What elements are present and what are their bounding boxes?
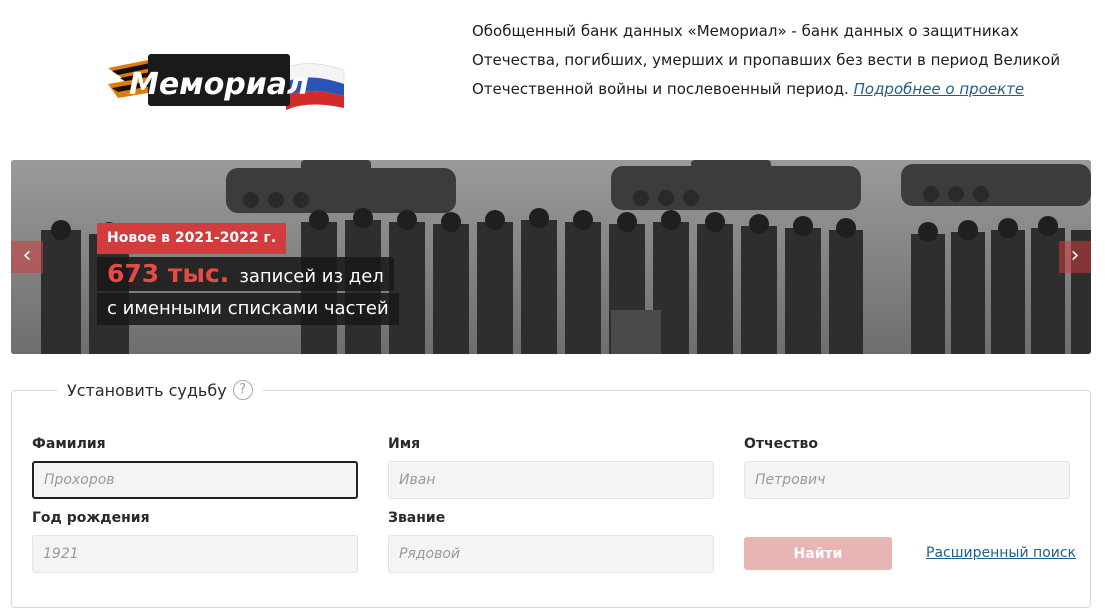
svg-text:Мемориал: Мемориал: [129, 67, 309, 102]
patronymic-input[interactable]: [744, 461, 1070, 499]
find-button[interactable]: Найти: [744, 537, 892, 570]
promo-count: 673 тыс.: [107, 259, 230, 288]
promo-line-2: с именными списками частей: [97, 293, 399, 325]
logo-image: Мемориал: [108, 54, 345, 110]
name-input[interactable]: [388, 461, 714, 499]
new-badge: Новое в 2021-2022 г.: [97, 223, 287, 254]
memorial-logo[interactable]: Мемориал: [108, 40, 348, 120]
name-label: Имя: [388, 436, 421, 452]
advanced-search-link[interactable]: Расширенный поиск: [926, 545, 1076, 561]
birth-year-label: Год рождения: [32, 510, 150, 526]
promo-banner[interactable]: ‹ › Новое в 2021-2022 г. 673 тыс. записей…: [11, 160, 1091, 354]
carousel-next-button[interactable]: ›: [1059, 241, 1091, 273]
intro-paragraph: Обобщенный банк данных «Мемориал» - банк…: [472, 17, 1092, 104]
surname-input[interactable]: [32, 461, 358, 499]
search-legend-text: Установить судьбу: [67, 380, 227, 400]
carousel-prev-button[interactable]: ‹: [11, 241, 43, 273]
more-about-project-link[interactable]: Подробнее о проекте: [854, 80, 1025, 98]
search-legend: Установить судьбу ?: [57, 380, 263, 400]
promo-line-1: 673 тыс. записей из дел: [97, 257, 394, 291]
rank-label: Звание: [388, 510, 446, 526]
help-icon[interactable]: ?: [232, 380, 253, 400]
search-form: Установить судьбу ? Фамилия Имя Отчество…: [11, 380, 1091, 608]
rank-input[interactable]: [388, 535, 714, 573]
birth-year-input[interactable]: [32, 535, 358, 573]
patronymic-label: Отчество: [744, 436, 819, 452]
surname-label: Фамилия: [32, 436, 106, 452]
promo-line-1-text: записей из дел: [239, 266, 384, 287]
